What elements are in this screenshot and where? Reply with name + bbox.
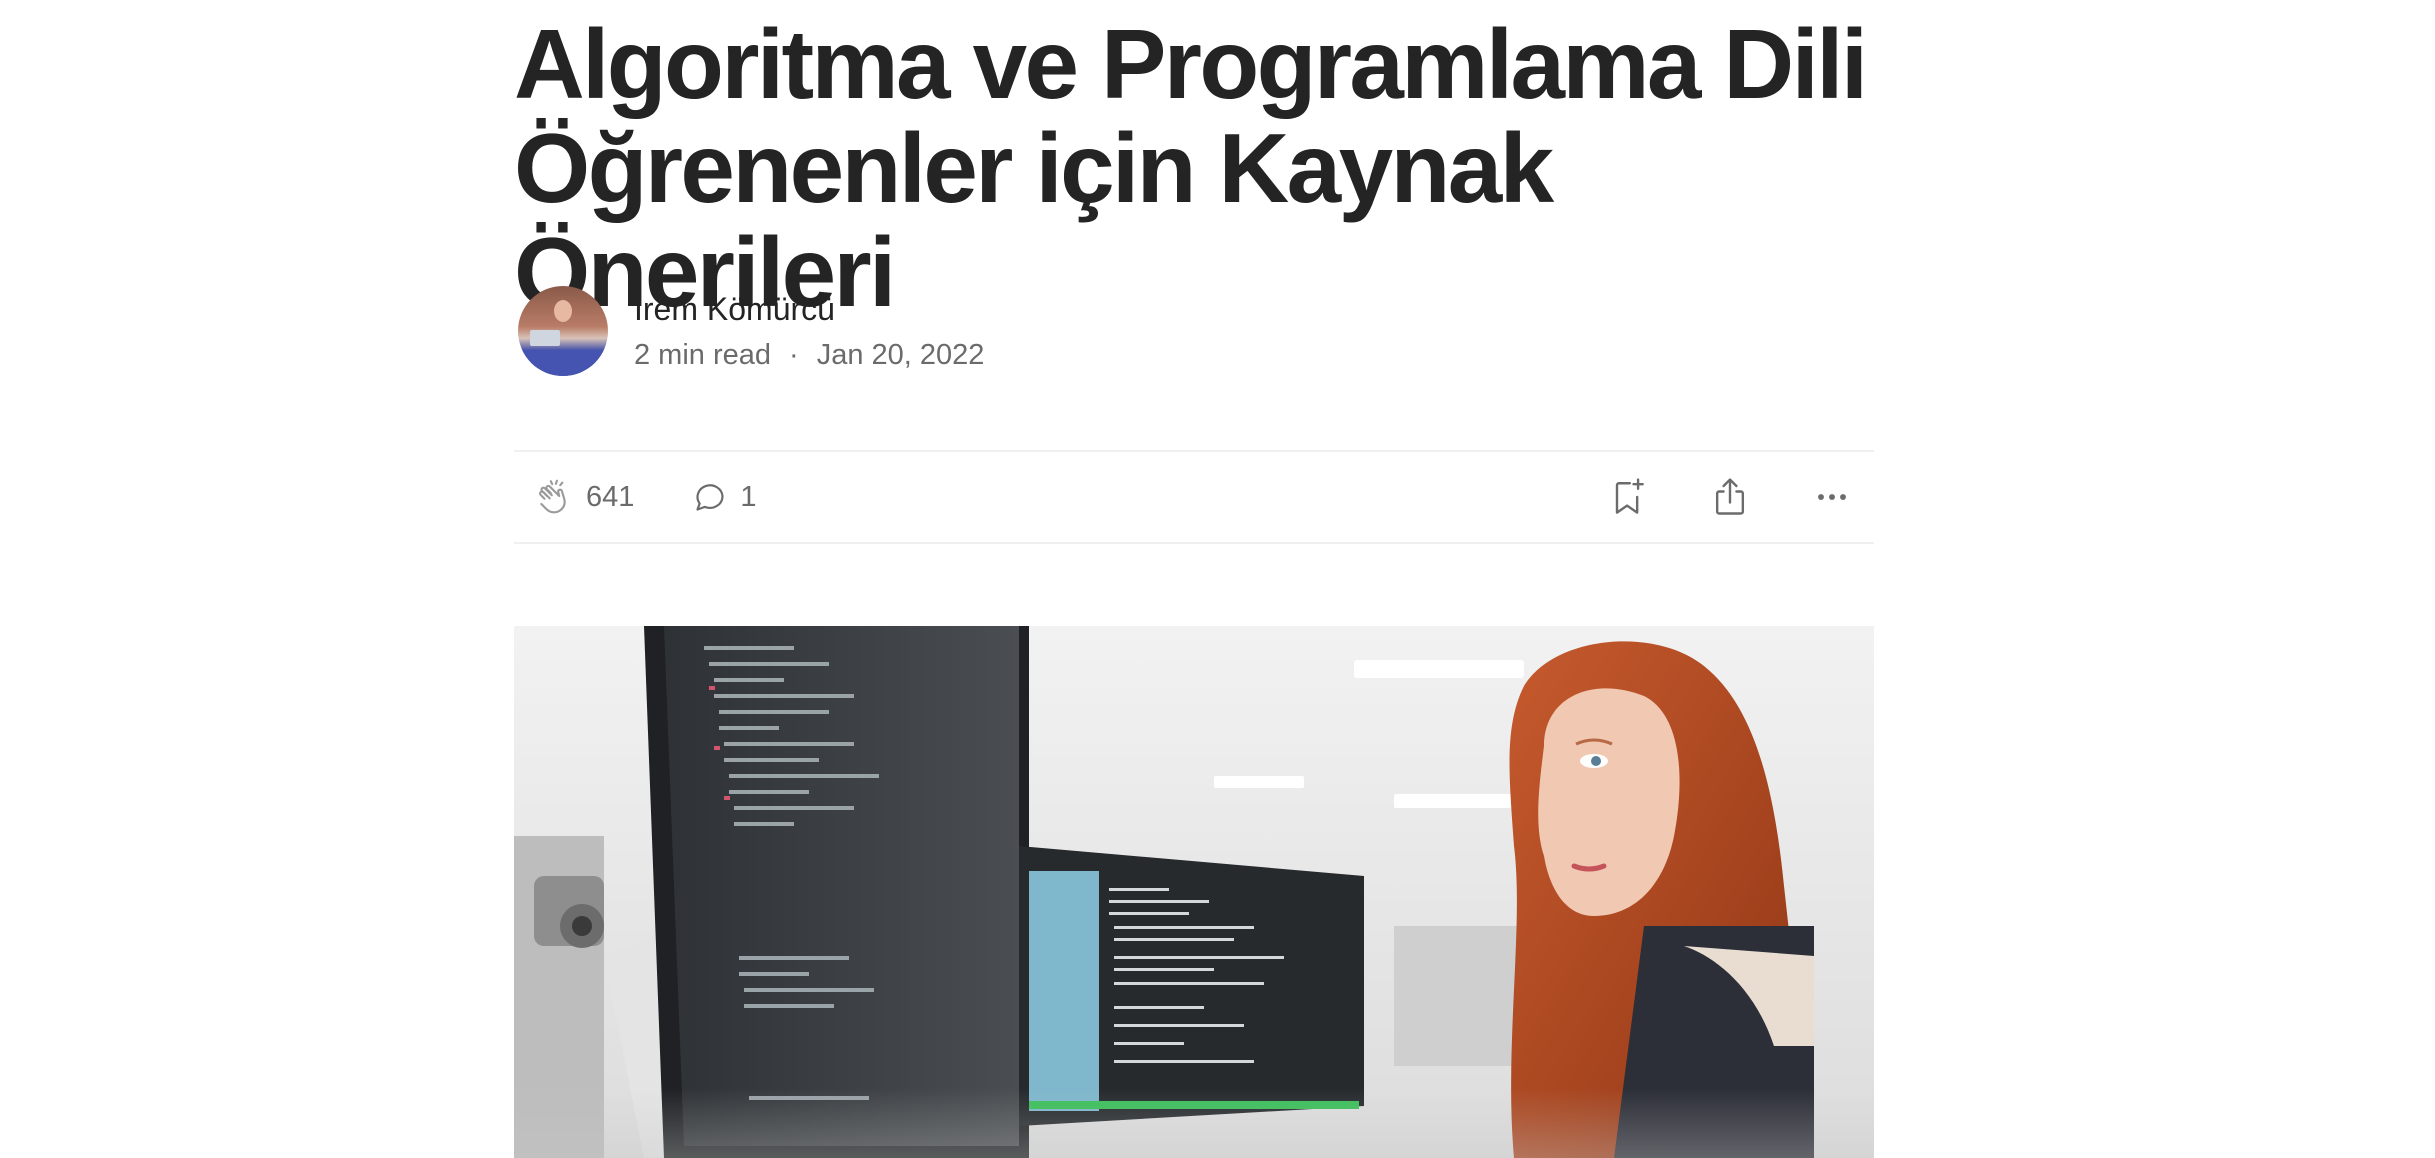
action-bar: 641 1 [514, 450, 1874, 544]
more-horizontal-icon [1818, 494, 1846, 500]
byline-text: İrem Kömürcü 2 min read · Jan 20, 2022 [634, 289, 984, 373]
avatar-face [554, 300, 572, 322]
clap-count: 641 [586, 480, 635, 513]
clap-button[interactable]: 641 [534, 476, 634, 518]
bookmark-add-icon [1615, 478, 1644, 514]
bookmark-button[interactable] [1606, 475, 1650, 519]
right-actions [1548, 475, 1874, 519]
hero-image [514, 626, 1874, 1158]
avatar-laptop [530, 330, 560, 346]
author-avatar[interactable] [518, 286, 608, 376]
left-actions: 641 1 [514, 476, 757, 518]
article: Algoritma ve Programlama Dili Öğrenenler… [514, 0, 1874, 1158]
more-button[interactable] [1810, 475, 1854, 519]
comment-icon [696, 484, 724, 511]
read-time: 2 min read [634, 339, 772, 371]
author-name[interactable]: İrem Kömürcü [634, 289, 984, 329]
page: Algoritma ve Programlama Dili Öğrenenler… [0, 0, 2435, 1158]
clap-icon [539, 479, 566, 514]
publish-date: Jan 20, 2022 [816, 339, 985, 371]
share-icon [1715, 478, 1745, 515]
article-title-line-1: Algoritma ve Programlama Dili [514, 9, 1868, 119]
byline: İrem Kömürcü 2 min read · Jan 20, 2022 [514, 286, 984, 376]
comment-count: 1 [740, 480, 757, 513]
comment-button[interactable]: 1 [690, 477, 757, 517]
article-meta: 2 min read · Jan 20, 2022 [634, 337, 984, 373]
avatar-banner [518, 350, 608, 376]
share-button[interactable] [1708, 475, 1752, 519]
meta-separator: · [789, 339, 799, 371]
article-title: Algoritma ve Programlama Dili Öğrenenler… [514, 0, 1874, 324]
hero-illustration [514, 626, 1874, 1158]
